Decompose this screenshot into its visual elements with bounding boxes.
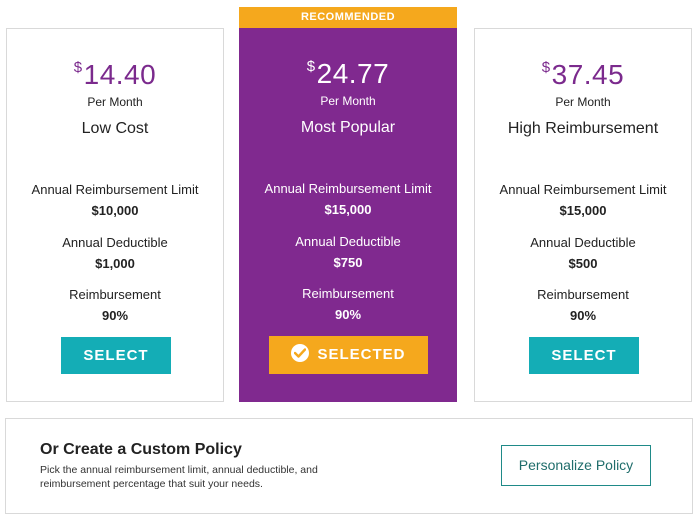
plan-name: Low Cost xyxy=(81,120,149,137)
plan-price: $24.77 xyxy=(306,58,390,89)
plan-card-most-popular: RECOMMENDED $24.77 Per Month Most Popula… xyxy=(239,7,457,402)
custom-policy-title: Or Create a Custom Policy xyxy=(40,441,242,458)
reimbursement-label: Reimbursement xyxy=(537,287,629,302)
limit-label: Annual Reimbursement Limit xyxy=(264,181,432,196)
check-circle-icon xyxy=(291,344,310,362)
deductible-label: Annual Deductible xyxy=(530,235,636,250)
reimbursement-label: Reimbursement xyxy=(69,287,161,302)
selected-button-most-popular[interactable]: SELECTED xyxy=(269,336,428,374)
limit-label: Annual Reimbursement Limit xyxy=(499,182,667,197)
limit-label: Annual Reimbursement Limit xyxy=(31,182,199,197)
plan-period: Per Month xyxy=(555,95,611,109)
plan-card-high-reimbursement: $37.45 Per Month High Reimbursement Annu… xyxy=(474,28,692,402)
limit-value: $15,000 xyxy=(324,202,372,217)
recommended-badge: RECOMMENDED xyxy=(239,7,457,28)
select-button-high-reimbursement[interactable]: SELECT xyxy=(529,337,639,374)
deductible-value: $1,000 xyxy=(95,256,135,271)
plan-period: Per Month xyxy=(320,94,376,108)
custom-policy-description: Pick the annual reimbursement limit, ann… xyxy=(40,464,318,490)
plan-price: $37.45 xyxy=(541,59,625,90)
deductible-label: Annual Deductible xyxy=(62,235,168,250)
plan-card-low-cost: $14.40 Per Month Low Cost Annual Reimbur… xyxy=(6,28,224,402)
reimbursement-value: 90% xyxy=(334,307,362,322)
reimbursement-label: Reimbursement xyxy=(302,286,394,301)
deductible-value: $500 xyxy=(568,256,598,271)
deductible-label: Annual Deductible xyxy=(295,234,401,249)
reimbursement-value: 90% xyxy=(101,308,129,323)
plan-period: Per Month xyxy=(87,95,143,109)
limit-value: $10,000 xyxy=(91,203,139,218)
deductible-value: $750 xyxy=(333,255,363,270)
plan-name: High Reimbursement xyxy=(507,120,659,137)
plan-name: Most Popular xyxy=(300,119,396,136)
personalize-policy-button[interactable]: Personalize Policy xyxy=(501,445,651,486)
selected-label: SELECTED xyxy=(317,346,406,363)
plan-price: $14.40 xyxy=(73,59,157,90)
reimbursement-value: 90% xyxy=(569,308,597,323)
limit-value: $15,000 xyxy=(559,203,607,218)
select-button-low-cost[interactable]: SELECT xyxy=(61,337,171,374)
custom-policy-panel: Or Create a Custom Policy Pick the annua… xyxy=(5,418,693,514)
